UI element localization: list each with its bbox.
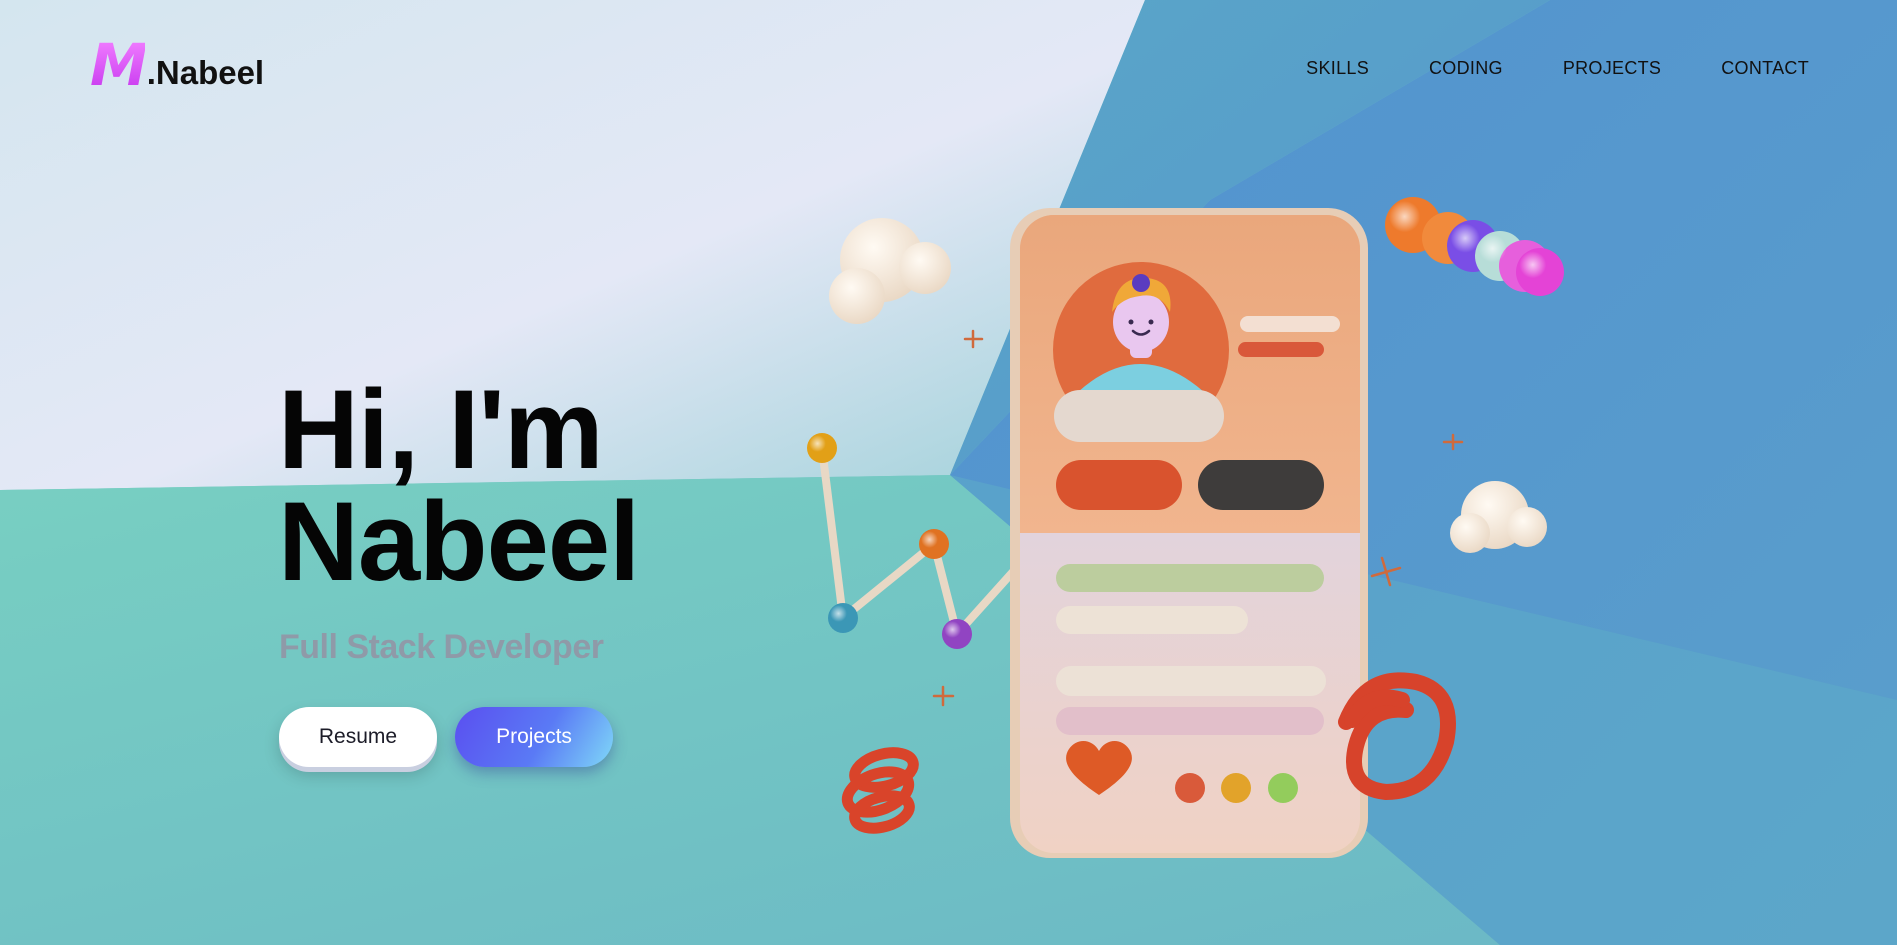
logo-text: .Nabeel (146, 54, 265, 91)
hero-title-line-1: Hi, I'm (278, 367, 604, 492)
nav-contact[interactable]: CONTACT (1721, 58, 1809, 79)
hero-title-line-2: Nabeel (278, 479, 640, 604)
nav-skills[interactable]: SKILLS (1306, 58, 1369, 79)
resume-button[interactable]: Resume (279, 707, 437, 767)
cloud-left-icon (829, 218, 951, 324)
nav-projects[interactable]: PROJECTS (1563, 58, 1661, 79)
site-logo[interactable]: M .Nabeel (90, 31, 265, 99)
spiral-left-icon (841, 747, 919, 834)
projects-button[interactable]: Projects (455, 707, 613, 767)
main-nav: SKILLS CODING PROJECTS CONTACT (1306, 58, 1809, 79)
phone-mockup (1010, 208, 1368, 858)
nav-coding[interactable]: CODING (1429, 58, 1503, 79)
spiral-right-icon (1338, 672, 1456, 801)
hero-title: Hi, I'm Nabeel (278, 367, 640, 604)
logo-mark: M (90, 31, 148, 99)
beads-ornament (1385, 197, 1564, 296)
hero-subtitle: Full Stack Developer (279, 628, 604, 666)
cloud-right-icon (1450, 481, 1547, 553)
